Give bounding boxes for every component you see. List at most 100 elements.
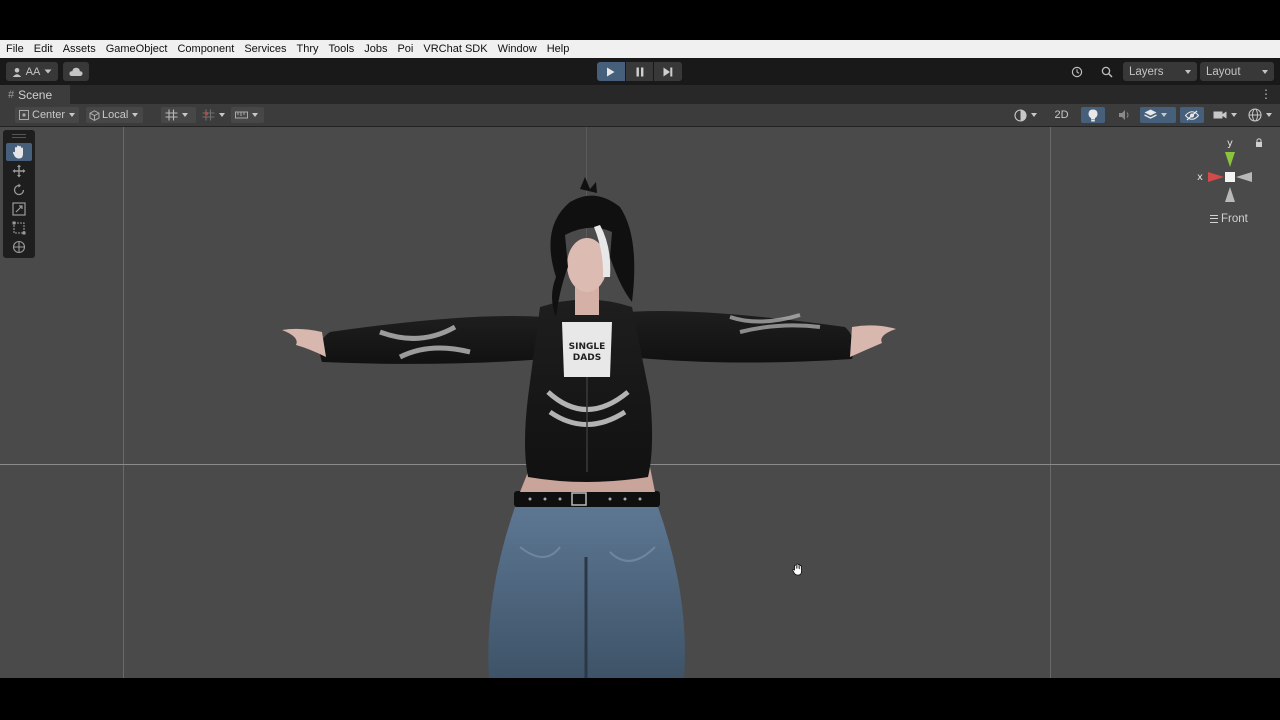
menu-thry[interactable]: Thry: [292, 40, 324, 58]
lighting-toggle[interactable]: [1081, 107, 1105, 123]
gizmo-neg-y-axis[interactable]: [1225, 187, 1235, 202]
hand-tool-button[interactable]: [6, 143, 32, 161]
menu-icon: [1210, 215, 1218, 223]
layers-dropdown[interactable]: Layers: [1123, 62, 1197, 81]
avatar-model: SINGLE DADS: [282, 177, 896, 678]
search-icon: [1101, 66, 1113, 78]
gizmo-center-cube[interactable]: [1225, 172, 1235, 182]
chevron-down-icon: [1262, 70, 1268, 74]
pivot-label: Center: [32, 109, 66, 121]
menu-help[interactable]: Help: [542, 40, 575, 58]
scale-tool-button[interactable]: [6, 200, 32, 218]
menu-component[interactable]: Component: [172, 40, 239, 58]
gizmo-y-axis[interactable]: [1225, 152, 1235, 167]
shading-icon: [1014, 108, 1027, 122]
play-icon: [607, 67, 615, 76]
palette-drag-handle[interactable]: [12, 134, 26, 138]
scale-icon: [12, 202, 26, 216]
svg-text:SINGLE: SINGLE: [569, 342, 606, 352]
menu-file[interactable]: File: [0, 40, 29, 58]
effects-dropdown[interactable]: [1140, 107, 1176, 123]
move-tool-button[interactable]: [6, 162, 32, 180]
space-dropdown[interactable]: Local: [86, 107, 143, 123]
undo-history-button[interactable]: [1064, 62, 1090, 81]
gizmo-y-label: y: [1227, 138, 1233, 149]
chevron-down-icon: [1161, 113, 1167, 117]
gizmos-dropdown[interactable]: [1245, 107, 1279, 123]
menu-poi[interactable]: Poi: [392, 40, 418, 58]
rect-tool-button[interactable]: [6, 219, 32, 237]
chevron-down-icon: [132, 113, 139, 117]
ruler-icon: [235, 111, 248, 119]
play-button[interactable]: [597, 62, 625, 81]
rotate-icon: [13, 183, 25, 196]
menu-tools[interactable]: Tools: [324, 40, 360, 58]
gizmo-x-label: x: [1197, 172, 1203, 183]
grid-toggle[interactable]: [161, 107, 196, 123]
2d-toggle[interactable]: 2D: [1049, 107, 1074, 123]
layers-label: Layers: [1129, 65, 1164, 78]
rotate-tool-button[interactable]: [6, 181, 32, 199]
snap-icon: [202, 109, 215, 121]
audio-toggle[interactable]: [1112, 107, 1136, 123]
layout-dropdown[interactable]: Layout: [1200, 62, 1274, 81]
chevron-down-icon: [69, 113, 76, 117]
camera-icon: [1213, 111, 1227, 119]
account-dropdown[interactable]: AA: [6, 62, 58, 81]
chevron-down-icon: [1231, 113, 1237, 117]
view-mode-label[interactable]: Front: [1210, 213, 1248, 225]
pause-icon: [636, 67, 643, 76]
user-icon: [12, 67, 21, 77]
svg-text:DADS: DADS: [573, 353, 601, 363]
pivot-dropdown[interactable]: Center: [15, 107, 79, 123]
menu-vrchat-sdk[interactable]: VRChat SDK: [418, 40, 492, 58]
scene-viewport[interactable]: SINGLE DADS y x Front: [0, 127, 1280, 678]
lightbulb-icon: [1088, 109, 1098, 121]
menu-window[interactable]: Window: [493, 40, 542, 58]
tab-scene-label: Scene: [18, 87, 53, 102]
tab-bar: # Scene ⋮: [0, 85, 1280, 104]
chevron-down-icon: [219, 113, 225, 117]
pivot-icon: [19, 110, 29, 120]
pause-button[interactable]: [625, 62, 654, 81]
transform-tool-button[interactable]: [6, 238, 32, 256]
increment-snap-toggle[interactable]: [231, 107, 264, 123]
menu-assets[interactable]: Assets: [58, 40, 101, 58]
chevron-down-icon: [182, 113, 188, 117]
history-icon: [1071, 66, 1083, 77]
gizmo-neg-x-axis[interactable]: [1236, 172, 1252, 182]
rect-transform-icon: [12, 221, 26, 235]
chevron-down-icon: [252, 113, 258, 117]
local-space-icon: [89, 109, 100, 121]
menu-bar: File Edit Assets GameObject Component Se…: [0, 40, 1280, 58]
audio-icon: [1118, 110, 1128, 120]
space-label: Local: [102, 109, 129, 121]
scene-toolbar: Center Local 2D: [0, 104, 1280, 127]
menu-edit[interactable]: Edit: [29, 40, 58, 58]
chevron-down-icon: [1266, 113, 1272, 117]
chevron-down-icon: [44, 69, 52, 74]
tab-scene[interactable]: # Scene: [0, 85, 70, 104]
globe-icon: [1248, 108, 1262, 122]
step-button[interactable]: [654, 62, 683, 81]
menu-services[interactable]: Services: [239, 40, 291, 58]
scene-visibility-toggle[interactable]: [1180, 107, 1204, 123]
cloud-icon: [69, 67, 83, 76]
cloud-button[interactable]: [63, 62, 89, 81]
menu-jobs[interactable]: Jobs: [359, 40, 392, 58]
chevron-down-icon: [1185, 70, 1191, 74]
more-options-icon[interactable]: ⋮: [1260, 88, 1272, 100]
snap-toggle[interactable]: [200, 107, 232, 123]
gizmo-x-axis[interactable]: [1208, 172, 1224, 182]
lock-icon[interactable]: [1256, 138, 1262, 147]
chevron-down-icon: [1031, 113, 1037, 117]
eye-slash-icon: [1185, 110, 1199, 120]
draw-mode-dropdown[interactable]: [1010, 107, 1043, 123]
search-button[interactable]: [1096, 62, 1118, 81]
transform-icon: [12, 240, 26, 254]
menu-gameobject[interactable]: GameObject: [101, 40, 173, 58]
camera-dropdown[interactable]: [1209, 107, 1241, 123]
2d-label: 2D: [1054, 109, 1069, 121]
account-label: AA: [25, 65, 41, 78]
step-icon: [663, 67, 673, 76]
